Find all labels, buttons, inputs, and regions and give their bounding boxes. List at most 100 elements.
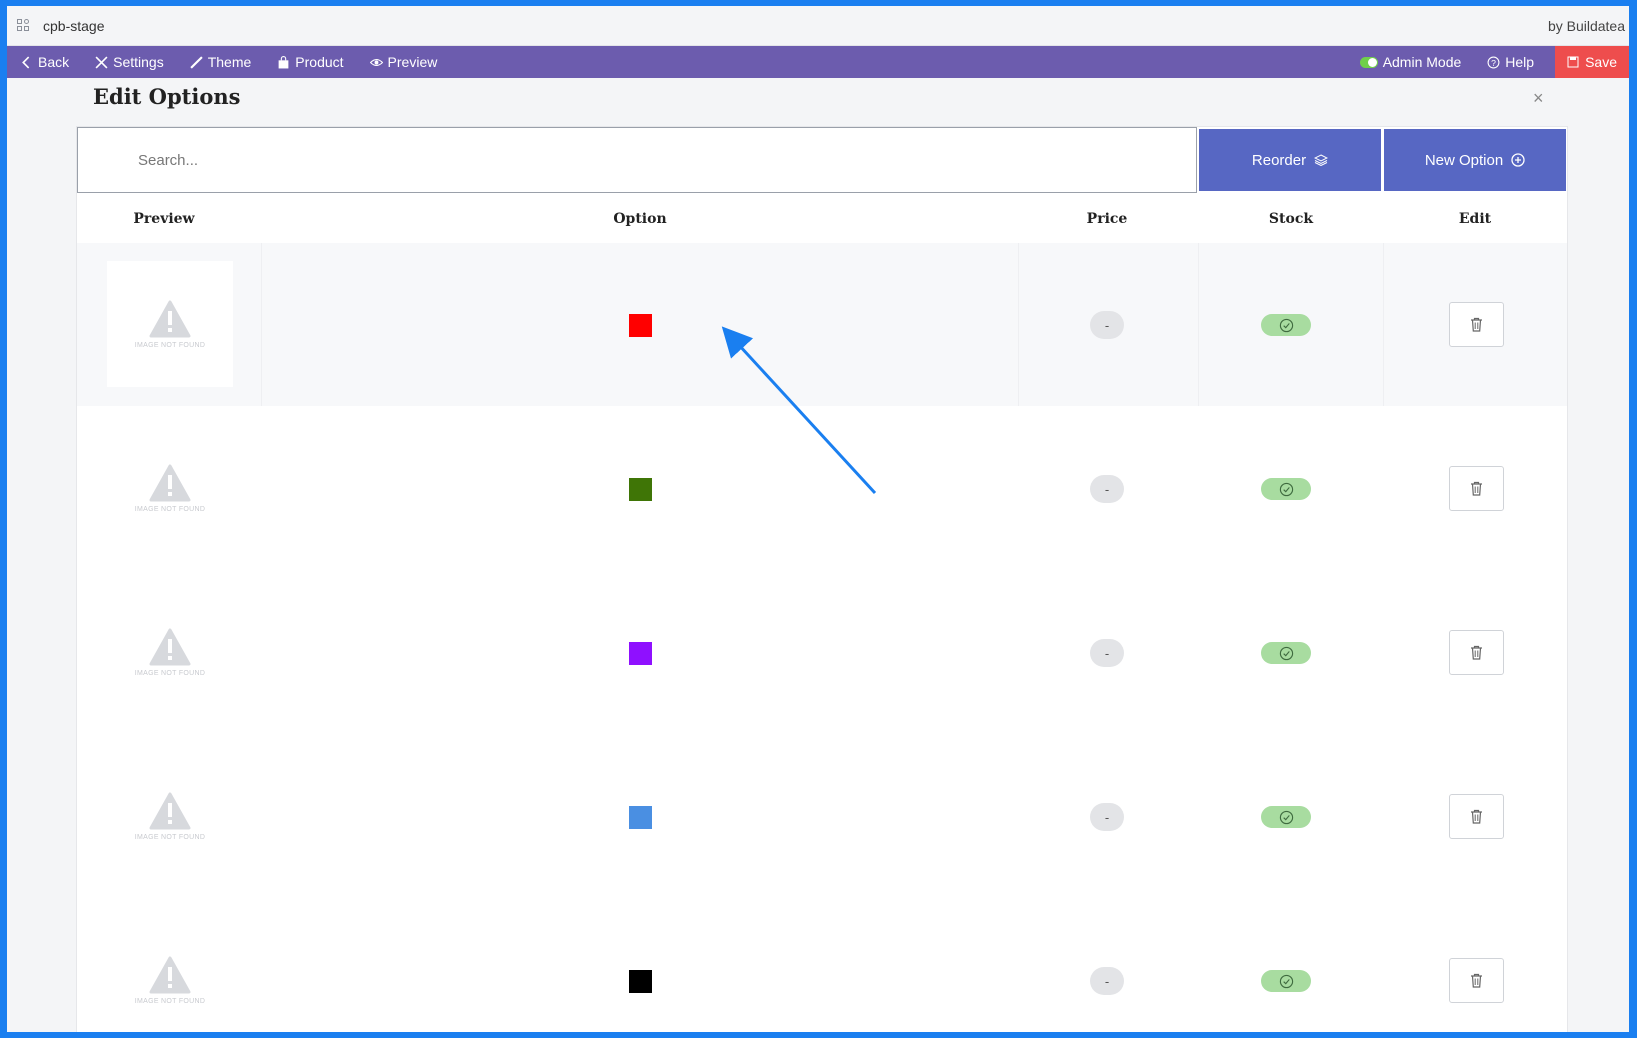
col-header-edit: Edit [1458, 211, 1492, 227]
app-window: cpb-stage by Buildatea Back Settings The… [7, 6, 1629, 1032]
stock-badge[interactable] [1261, 970, 1311, 992]
color-swatch [629, 806, 652, 829]
cell-divider [1018, 243, 1019, 406]
byline: by Buildatea [1547, 17, 1625, 34]
back-button[interactable]: Back [7, 46, 82, 78]
trash-icon [1471, 481, 1482, 496]
warning-icon [149, 792, 191, 829]
image-not-found-label: IMAGE NOT FOUND [134, 997, 206, 1005]
theme-label: Theme [207, 54, 252, 70]
preview-label: Preview [387, 54, 438, 70]
help-icon: ? [1487, 56, 1500, 68]
check-circle-icon [1279, 318, 1293, 332]
price-badge: - [1090, 803, 1124, 831]
cell-divider [261, 243, 262, 406]
delete-button[interactable] [1449, 466, 1504, 511]
warning-icon [149, 464, 191, 501]
theme-button[interactable]: Theme [177, 46, 265, 78]
preview-thumbnail: IMAGE NOT FOUND [107, 589, 233, 715]
brush-icon [190, 55, 203, 69]
table-row[interactable]: IMAGE NOT FOUND - [77, 899, 1567, 1032]
check-circle-icon [1279, 482, 1293, 496]
color-swatch [629, 314, 652, 337]
trash-icon [1471, 645, 1482, 660]
color-swatch [629, 642, 652, 665]
close-icon[interactable]: × [1533, 88, 1544, 109]
back-label: Back [38, 54, 70, 70]
help-label: Help [1505, 54, 1535, 70]
new-option-label: New Option [1424, 151, 1504, 169]
color-swatch [629, 478, 652, 501]
admin-mode-label: Admin Mode [1382, 54, 1462, 70]
price-badge: - [1090, 311, 1124, 339]
trash-icon [1471, 973, 1482, 988]
toolbar: Back Settings Theme Product Preview Admi… [7, 46, 1629, 78]
color-swatch [629, 970, 652, 993]
stock-badge[interactable] [1261, 642, 1311, 664]
col-header-preview: Preview [133, 211, 195, 227]
trash-icon [1471, 809, 1482, 824]
stock-badge[interactable] [1261, 806, 1311, 828]
plus-circle-icon [1511, 153, 1525, 167]
check-circle-icon [1279, 646, 1293, 660]
page-title: Edit Options [93, 84, 241, 109]
settings-label: Settings [113, 54, 164, 70]
svg-text:?: ? [1491, 57, 1496, 67]
save-label: Save [1585, 54, 1617, 70]
new-option-button[interactable]: New Option [1384, 129, 1566, 191]
reorder-button[interactable]: Reorder [1199, 129, 1381, 191]
delete-button[interactable] [1449, 794, 1504, 839]
settings-button[interactable]: Settings [82, 46, 177, 78]
table-row[interactable]: IMAGE NOT FOUND - [77, 735, 1567, 898]
price-badge: - [1090, 639, 1124, 667]
image-not-found-label: IMAGE NOT FOUND [134, 833, 206, 841]
eye-icon [369, 58, 383, 66]
image-not-found-label: IMAGE NOT FOUND [134, 505, 206, 513]
check-circle-icon [1279, 974, 1293, 988]
layers-icon [1314, 154, 1329, 166]
check-circle-icon [1279, 810, 1293, 824]
apps-icon [17, 18, 31, 33]
image-not-found-label: IMAGE NOT FOUND [134, 669, 206, 677]
preview-thumbnail: IMAGE NOT FOUND [107, 261, 233, 387]
app-title: cpb-stage [43, 17, 105, 34]
save-button[interactable]: Save [1555, 46, 1629, 78]
floppy-icon [1567, 56, 1579, 68]
help-button[interactable]: ? Help [1474, 46, 1547, 78]
table-row[interactable]: IMAGE NOT FOUND - [77, 243, 1567, 406]
preview-thumbnail: IMAGE NOT FOUND [107, 425, 233, 551]
price-badge: - [1090, 475, 1124, 503]
stock-badge[interactable] [1261, 478, 1311, 500]
tools-icon [95, 56, 108, 68]
stock-badge[interactable] [1261, 314, 1311, 336]
reorder-label: Reorder [1251, 151, 1307, 169]
warning-icon [149, 628, 191, 665]
trash-icon [1471, 317, 1482, 332]
admin-mode-toggle[interactable]: Admin Mode [1347, 46, 1475, 78]
image-not-found-label: IMAGE NOT FOUND [134, 341, 206, 349]
table-row[interactable]: IMAGE NOT FOUND - [77, 407, 1567, 570]
col-header-option: Option [613, 211, 667, 227]
col-header-stock: Stock [1268, 211, 1314, 227]
toggle-switch [1359, 56, 1378, 68]
search-input[interactable] [78, 128, 1196, 192]
options-panel: Reorder New Option Preview Option Price … [76, 126, 1568, 1032]
chevron-left-icon [22, 56, 30, 68]
bag-icon [278, 55, 289, 68]
delete-button[interactable] [1449, 630, 1504, 675]
preview-thumbnail: IMAGE NOT FOUND [107, 753, 233, 879]
cell-divider [1198, 243, 1199, 406]
modal-header: Edit Options × [7, 78, 1629, 120]
product-label: Product [295, 54, 344, 70]
search-field[interactable] [77, 127, 1197, 193]
col-header-price: Price [1086, 211, 1128, 227]
title-bar: cpb-stage by Buildatea [7, 6, 1629, 46]
warning-icon [149, 300, 191, 337]
table-row[interactable]: IMAGE NOT FOUND - [77, 571, 1567, 734]
warning-icon [149, 956, 191, 993]
cell-divider [1383, 243, 1384, 406]
product-button[interactable]: Product [264, 46, 356, 78]
preview-button[interactable]: Preview [357, 46, 451, 78]
delete-button[interactable] [1449, 302, 1504, 347]
delete-button[interactable] [1449, 958, 1504, 1003]
